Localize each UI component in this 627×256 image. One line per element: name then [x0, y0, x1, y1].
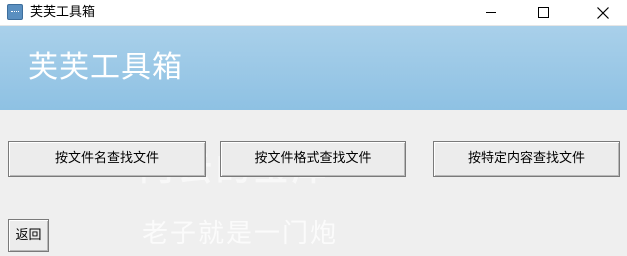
maximize-button[interactable]	[520, 0, 566, 26]
window-titlebar: 芙芙工具箱	[0, 0, 627, 26]
window-title: 芙芙工具箱	[30, 5, 96, 20]
search-by-filename-button[interactable]: 按文件名查找文件	[8, 141, 206, 177]
search-by-format-button[interactable]: 按文件格式查找文件	[220, 141, 406, 177]
page-title: 芙芙工具箱	[28, 50, 183, 85]
close-icon	[597, 7, 609, 19]
back-button[interactable]: 返回	[8, 219, 49, 252]
close-button[interactable]	[580, 0, 626, 26]
header-banner: 芙芙工具箱	[0, 26, 627, 110]
search-by-content-button[interactable]: 按特定内容查找文件	[433, 141, 620, 177]
minimize-button[interactable]	[468, 0, 514, 26]
watermark-small-text: 老子就是一门炮	[142, 219, 339, 249]
app-window-icon	[7, 4, 23, 20]
